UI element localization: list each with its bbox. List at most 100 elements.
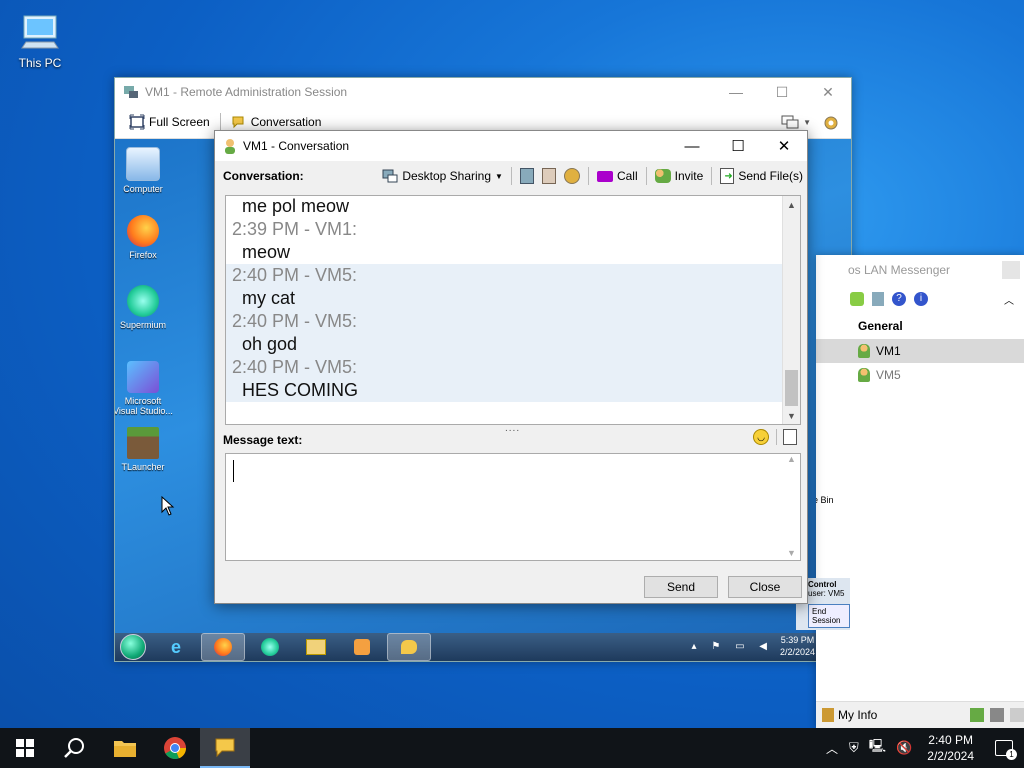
settings-button[interactable]: [560, 168, 584, 184]
desktop-sharing-label: Desktop Sharing: [402, 169, 492, 183]
volume-muted-icon[interactable]: 🔇: [896, 740, 912, 756]
message-input[interactable]: ▲ ▼: [225, 453, 801, 561]
emoticon-button[interactable]: ◡: [753, 429, 769, 445]
invite-button[interactable]: Invite: [651, 169, 708, 183]
status-online-icon[interactable]: [970, 708, 984, 722]
contact-group[interactable]: General: [816, 313, 1024, 339]
message-text-label: Message text:: [223, 433, 303, 447]
search-button[interactable]: [50, 728, 100, 768]
input-scrollbar[interactable]: ▲ ▼: [783, 454, 800, 560]
toolbar-separator: [510, 167, 512, 185]
messenger-status-bar: My Info: [816, 701, 1024, 728]
send-files-button[interactable]: ➜ Send File(s): [716, 168, 807, 184]
close-dialog-button[interactable]: Close: [728, 576, 802, 598]
toolbar-separator: [587, 167, 589, 185]
scroll-up-icon[interactable]: ▲: [783, 196, 800, 213]
guest-taskbar-media-player[interactable]: [341, 634, 383, 660]
guest-icon-supermium[interactable]: Supermium: [115, 285, 173, 330]
minimize-button[interactable]: —: [713, 78, 759, 106]
guest-icon-tlauncher[interactable]: TLauncher: [115, 427, 173, 472]
lan-messenger-window: os LAN Messenger ? i ︿ General VM1 VM5 y…: [816, 255, 1024, 728]
contact-name: VM5: [876, 368, 901, 382]
settings-button[interactable]: [823, 115, 839, 134]
firefox-icon: [127, 215, 159, 247]
messenger-window-button[interactable]: [1002, 261, 1020, 279]
status-away-icon[interactable]: [990, 708, 1004, 722]
folder-icon: [306, 639, 326, 655]
contact-item-vm1[interactable]: VM1: [816, 339, 1024, 363]
system-tray: ︿ ⛨ 🖳 🔇 2:40 PM 2/2/2024 1: [820, 728, 1024, 768]
guest-taskbar-ie[interactable]: e: [155, 634, 197, 660]
conversation-label: Conversation:: [223, 169, 304, 183]
desktop-sharing-button[interactable]: Desktop Sharing ▼: [378, 168, 507, 184]
my-info-label[interactable]: My Info: [838, 708, 877, 722]
full-screen-label: Full Screen: [149, 115, 210, 129]
info-icon[interactable]: i: [914, 292, 928, 306]
edit-document-icon: [783, 429, 797, 445]
transfers-button[interactable]: [538, 168, 560, 184]
call-button[interactable]: Call: [593, 169, 642, 183]
windows-logo-icon: [16, 739, 34, 757]
conversation-maximize-button[interactable]: ☐: [715, 131, 761, 161]
guest-taskbar-explorer[interactable]: [295, 634, 337, 660]
end-session-button[interactable]: End Session: [808, 604, 850, 628]
monitor-icon: [21, 15, 59, 49]
guest-icon-firefox[interactable]: Firefox: [115, 215, 173, 260]
messenger-icon: [215, 738, 235, 758]
show-hidden-icons-icon[interactable]: ︿: [826, 740, 838, 757]
gear-icon: [563, 168, 580, 184]
splitter-handle[interactable]: ....: [505, 423, 520, 434]
send-button[interactable]: Send: [644, 576, 718, 598]
transfers-icon: [541, 168, 556, 184]
guest-taskbar-supermium[interactable]: [249, 634, 291, 660]
conversation-button[interactable]: Conversation: [225, 114, 328, 130]
history-button[interactable]: [516, 168, 538, 184]
full-screen-button[interactable]: Full Screen: [123, 114, 216, 130]
status-offline-icon[interactable]: [1010, 708, 1024, 722]
toolbar-separator: [776, 429, 777, 445]
conversation-minimize-button[interactable]: —: [669, 131, 715, 161]
guest-clock: 5:39 PM 2/2/2024: [780, 634, 815, 658]
guest-icon-visual-studio[interactable]: Microsoft Visual Studio...: [115, 361, 173, 416]
start-button[interactable]: [0, 728, 50, 768]
security-icon[interactable]: ⛨: [849, 740, 859, 756]
guest-taskbar-firefox[interactable]: [201, 633, 245, 661]
close-icon: ✕: [777, 138, 791, 155]
close-button[interactable]: ✕: [805, 78, 851, 106]
help-icon[interactable]: ?: [892, 292, 906, 306]
message-text: my cat: [226, 287, 783, 310]
scroll-down-icon[interactable]: ▼: [783, 407, 800, 424]
taskbar-lan-messenger[interactable]: [200, 728, 250, 768]
taskbar-chrome[interactable]: [150, 728, 200, 768]
chrome-icon: [164, 737, 187, 760]
add-contact-icon[interactable]: [850, 292, 864, 306]
desktop-icon-this-pc[interactable]: This PC: [12, 10, 68, 70]
clock[interactable]: 2:40 PM 2/2/2024: [927, 732, 974, 764]
contact-name: VM1: [876, 344, 901, 358]
notification-button[interactable]: 1: [984, 728, 1024, 768]
font-button[interactable]: [783, 429, 797, 448]
collapse-icon[interactable]: ︿: [1004, 292, 1014, 307]
screen-options-button[interactable]: ▼: [781, 114, 811, 130]
contact-item-vm5[interactable]: VM5: [816, 363, 1024, 387]
remote-admin-icon: [124, 86, 138, 98]
network-icon[interactable]: 🖳: [869, 737, 886, 759]
toolbar-separator: [219, 113, 221, 131]
history-icon[interactable]: [872, 292, 884, 306]
message-timestamp: 2:40 PM - VM5:: [226, 264, 783, 287]
guest-icon-label: Computer: [123, 184, 163, 194]
invite-users-icon: [654, 169, 671, 183]
maximize-button[interactable]: ☐: [759, 78, 805, 106]
conversation-close-button[interactable]: ✕: [761, 131, 807, 161]
scroll-down-icon: ▼: [787, 548, 796, 558]
guest-icon-computer[interactable]: Computer: [115, 147, 173, 194]
chat-log[interactable]: me pol meow 2:39 PM - VM1: meow 2:40 PM - V…: [225, 195, 801, 425]
chat-scrollbar[interactable]: ▲ ▼: [782, 196, 800, 424]
conversation-window: VM1 - Conversation — ☐ ✕ Conversation: D…: [214, 130, 808, 604]
computer-icon: [126, 147, 160, 181]
scroll-thumb[interactable]: [785, 370, 798, 406]
taskbar-file-explorer[interactable]: [100, 728, 150, 768]
guest-start-button[interactable]: [115, 633, 151, 661]
guest-taskbar-messenger[interactable]: [387, 633, 431, 661]
message-text: oh god: [226, 333, 783, 356]
